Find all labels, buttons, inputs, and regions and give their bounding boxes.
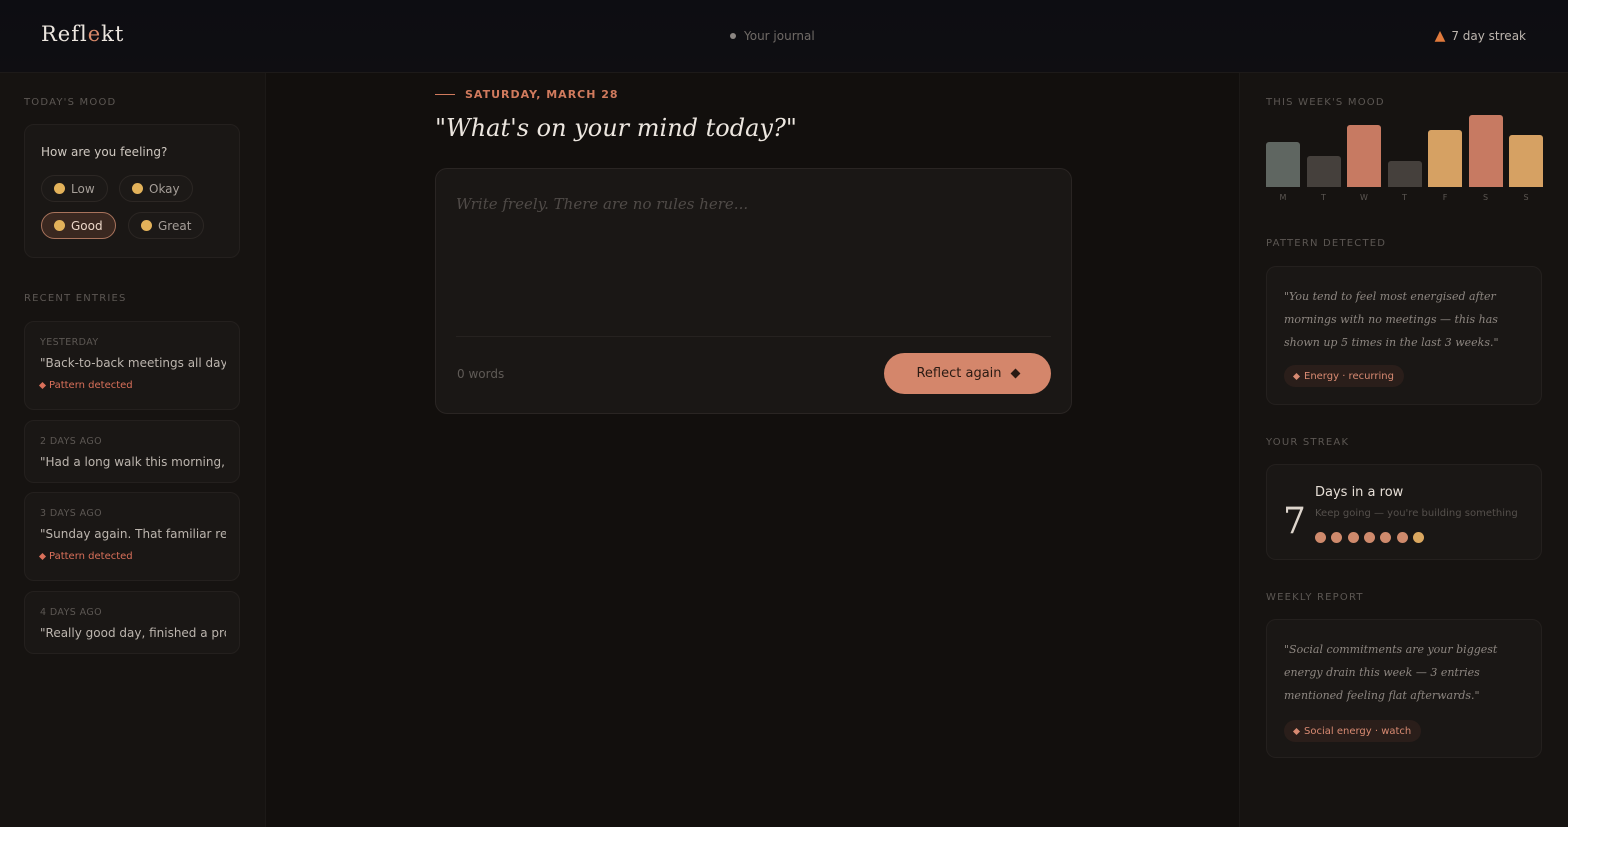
day-label: T — [1402, 193, 1407, 202]
sparkle-icon — [1010, 368, 1020, 379]
entry-preview: "Really good day, finished a proj... — [40, 626, 226, 640]
day-label: S — [1482, 193, 1489, 202]
top-bar: Reflekt Your journal ▲ 7 day streak — [0, 0, 1568, 73]
streak-label: 7 day streak — [1451, 29, 1526, 43]
right-sidebar: THIS WEEK'S MOOD M T W T F S S PATTERN DETECTE… — [1239, 73, 1568, 827]
streak-indicator: ▲ 7 day streak — [1435, 28, 1526, 44]
streak-day-dot — [1380, 532, 1392, 543]
streak-day-dot — [1331, 532, 1343, 543]
entry-date: 2 DAYS AGO — [40, 436, 102, 447]
streak-day-dot — [1412, 532, 1424, 543]
diamond-icon — [1292, 727, 1301, 735]
entry-tag-label: Pattern detected — [49, 551, 133, 562]
entry-pattern-tag: Pattern detected — [38, 380, 133, 391]
mood-label: Low — [71, 181, 95, 196]
mood-bar — [1347, 125, 1381, 187]
entry-date-heading: SATURDAY, MARCH 28 — [435, 88, 619, 101]
weekly-report-title: WEEKLY REPORT — [1266, 592, 1364, 603]
mood-bar — [1509, 135, 1543, 187]
weekly-report-tag-label: Social energy · watch — [1304, 725, 1412, 737]
streak-day-dot — [1315, 532, 1326, 543]
streak-title: Days in a row — [1315, 485, 1404, 500]
reflect-again-button[interactable]: Reflect again — [884, 353, 1051, 394]
mood-label: Great — [158, 218, 192, 233]
week-mood-title: THIS WEEK'S MOOD — [1266, 97, 1385, 108]
divider — [456, 336, 1051, 337]
entry-card[interactable]: YESTERDAY "Back-to-back meetings all day… — [24, 321, 240, 410]
dot-icon — [730, 33, 736, 39]
streak-day-dot — [1347, 532, 1359, 543]
mood-card: How are you feeling? Low Okay Good Great — [24, 124, 240, 258]
entry-card[interactable]: 4 DAYS AGO "Really good day, finished a … — [24, 591, 240, 654]
logo-text-start: Refl — [41, 22, 88, 46]
diamond-icon — [1292, 372, 1301, 380]
entry-pattern-tag: Pattern detected — [38, 551, 133, 562]
app-window: Reflekt Your journal ▲ 7 day streak TODA… — [0, 0, 1568, 827]
day-label: S — [1523, 193, 1529, 202]
day-label: M — [1279, 193, 1287, 202]
entry-date: 4 DAYS AGO — [40, 607, 102, 618]
mood-bar — [1468, 115, 1503, 187]
streak-count: 7 — [1283, 501, 1306, 542]
mood-bar — [1266, 142, 1300, 187]
logo-text-end: kt — [101, 22, 125, 46]
journal-textarea[interactable] — [456, 195, 1051, 335]
mood-question: How are you feeling? — [41, 145, 168, 159]
journal-prompt: "What's on your mind today?" — [435, 114, 797, 142]
streak-day-dot — [1396, 532, 1408, 543]
mood-section-title: TODAY'S MOOD — [24, 97, 117, 108]
streak-card: 7 Days in a row Keep going — you're buil… — [1266, 464, 1542, 560]
day-label: T — [1321, 193, 1326, 202]
mood-bar — [1428, 130, 1462, 187]
pattern-tag-label: Energy · recurring — [1304, 370, 1394, 382]
emoji-icon — [54, 220, 65, 231]
journal-nav-label: Your journal — [744, 29, 815, 43]
diamond-icon — [38, 552, 47, 561]
weekly-report-tag[interactable]: Social energy · watch — [1284, 720, 1422, 742]
streak-section-title: YOUR STREAK — [1266, 437, 1350, 448]
mood-good-button[interactable]: Good — [41, 212, 116, 239]
emoji-icon — [141, 220, 152, 231]
journal-nav[interactable]: Your journal — [730, 29, 815, 43]
app-logo[interactable]: Reflekt — [41, 22, 124, 46]
mood-bar — [1387, 161, 1422, 187]
divider — [435, 94, 455, 95]
day-label: W — [1360, 193, 1368, 202]
entry-card[interactable]: 2 DAYS AGO "Had a long walk this morning… — [24, 420, 240, 483]
emoji-icon — [54, 183, 65, 194]
current-date: SATURDAY, MARCH 28 — [465, 88, 619, 101]
weekly-report-card: "Social commitments are your biggest ene… — [1266, 619, 1542, 758]
entry-date: YESTERDAY — [40, 337, 99, 348]
streak-subtitle: Keep going — you're building something — [1315, 508, 1518, 519]
logo-text-accent: e — [87, 22, 102, 46]
mood-great-button[interactable]: Great — [128, 212, 205, 239]
recent-entries-title: RECENT ENTRIES — [24, 293, 127, 304]
diamond-icon — [38, 381, 47, 390]
flame-icon: ▲ — [1434, 28, 1446, 44]
mood-label: Good — [71, 218, 103, 233]
entry-preview: "Had a long walk this morning, e... — [40, 455, 226, 469]
mood-okay-button[interactable]: Okay — [119, 175, 193, 202]
journal-editor: 0 words Reflect again — [435, 168, 1072, 414]
entry-card[interactable]: 3 DAYS AGO "Sunday again. That familiar … — [24, 492, 240, 581]
reflect-button-label: Reflect again — [916, 366, 1002, 381]
entry-tag-label: Pattern detected — [49, 380, 133, 391]
entry-preview: "Sunday again. That familiar rest... — [40, 527, 226, 541]
streak-day-dot — [1363, 532, 1375, 543]
pattern-quote: "You tend to feel most energised after m… — [1284, 290, 1499, 349]
entry-preview: "Back-to-back meetings all day,... — [40, 356, 226, 370]
weekly-report-quote: "Social commitments are your biggest ene… — [1284, 643, 1498, 702]
mood-label: Okay — [149, 181, 180, 196]
pattern-card: "You tend to feel most energised after m… — [1266, 266, 1542, 405]
pattern-tag[interactable]: Energy · recurring — [1284, 365, 1404, 387]
word-count: 0 words — [457, 367, 505, 381]
entry-date: 3 DAYS AGO — [40, 508, 102, 519]
mood-low-button[interactable]: Low — [41, 175, 108, 202]
left-sidebar: TODAY'S MOOD How are you feeling? Low Ok… — [0, 73, 266, 827]
mood-bar — [1306, 156, 1341, 187]
pattern-section-title: PATTERN DETECTED — [1266, 238, 1387, 249]
emoji-icon — [132, 183, 143, 194]
week-mood-chart: MTWTFSS — [1266, 111, 1546, 202]
day-label: F — [1442, 193, 1448, 202]
